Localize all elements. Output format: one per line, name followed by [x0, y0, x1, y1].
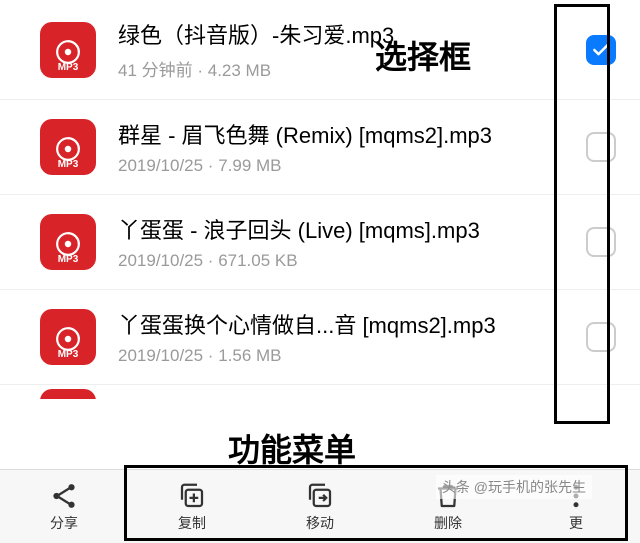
checkbox[interactable] [586, 322, 616, 352]
file-title: 群星 - 眉飞色舞 (Remix) [mqms2].mp3 [118, 118, 574, 150]
share-button[interactable]: 分享 [0, 470, 128, 543]
annotation-selection-box: 选择框 [375, 32, 471, 78]
file-meta: 41 分钟前 · 4.23 MB [118, 56, 574, 81]
copy-icon [177, 481, 207, 511]
file-info: 绿色（抖音版）-朱习爱.mp3 41 分钟前 · 4.23 MB [118, 18, 574, 81]
file-meta: 2019/10/25 · 7.99 MB [118, 156, 574, 176]
list-item[interactable]: MP3 丫蛋蛋 - 浪子回头 (Live) [mqms].mp3 2019/10… [0, 195, 640, 290]
file-info: 群星 - 眉飞色舞 (Remix) [mqms2].mp3 2019/10/25… [118, 118, 574, 176]
file-list: MP3 绿色（抖音版）-朱习爱.mp3 41 分钟前 · 4.23 MB MP3… [0, 0, 640, 399]
move-label: 移动 [306, 513, 334, 533]
delete-label: 删除 [434, 513, 462, 533]
checkbox[interactable] [586, 35, 616, 65]
mp3-icon: MP3 [40, 22, 96, 78]
move-icon [305, 481, 335, 511]
more-label: 更 [569, 513, 583, 533]
checkbox[interactable] [586, 132, 616, 162]
mp3-icon: MP3 [40, 214, 96, 270]
annotation-function-menu: 功能菜单 [228, 425, 356, 471]
list-item-partial [0, 385, 640, 399]
list-item[interactable]: MP3 丫蛋蛋换个心情做自...音 [mqms2].mp3 2019/10/25… [0, 290, 640, 385]
file-meta: 2019/10/25 · 1.56 MB [118, 346, 574, 366]
file-title: 绿色（抖音版）-朱习爱.mp3 [118, 18, 574, 50]
mp3-icon [40, 389, 96, 399]
watermark: 头条 @玩手机的张先生 [436, 475, 592, 499]
file-title: 丫蛋蛋 - 浪子回头 (Live) [mqms].mp3 [118, 213, 574, 245]
share-label: 分享 [50, 513, 78, 533]
checkbox[interactable] [586, 227, 616, 257]
file-info: 丫蛋蛋 - 浪子回头 (Live) [mqms].mp3 2019/10/25 … [118, 213, 574, 271]
list-item[interactable]: MP3 群星 - 眉飞色舞 (Remix) [mqms2].mp3 2019/1… [0, 100, 640, 195]
move-button[interactable]: 移动 [256, 470, 384, 543]
list-item[interactable]: MP3 绿色（抖音版）-朱习爱.mp3 41 分钟前 · 4.23 MB [0, 0, 640, 100]
file-info: 丫蛋蛋换个心情做自...音 [mqms2].mp3 2019/10/25 · 1… [118, 308, 574, 366]
mp3-icon: MP3 [40, 309, 96, 365]
copy-button[interactable]: 复制 [128, 470, 256, 543]
copy-label: 复制 [178, 513, 206, 533]
file-meta: 2019/10/25 · 671.05 KB [118, 251, 574, 271]
mp3-icon: MP3 [40, 119, 96, 175]
share-icon [49, 481, 79, 511]
file-title: 丫蛋蛋换个心情做自...音 [mqms2].mp3 [118, 308, 574, 340]
